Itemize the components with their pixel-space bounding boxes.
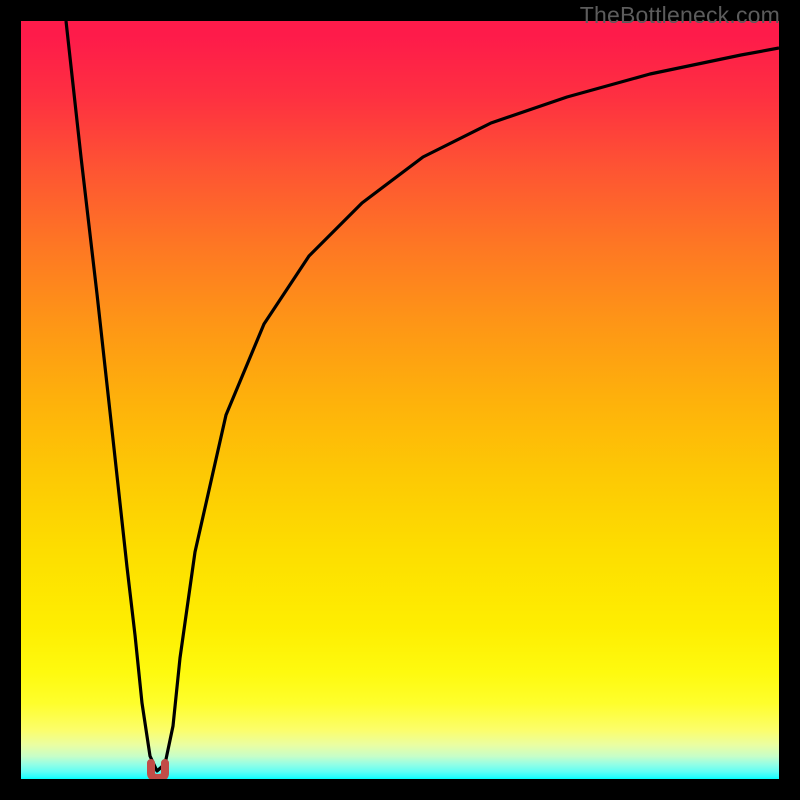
plot-area [21, 21, 779, 779]
bottleneck-curve [21, 21, 779, 779]
chart-frame: TheBottleneck.com [0, 0, 800, 800]
curve-path [66, 21, 779, 771]
watermark-text: TheBottleneck.com [580, 2, 780, 29]
